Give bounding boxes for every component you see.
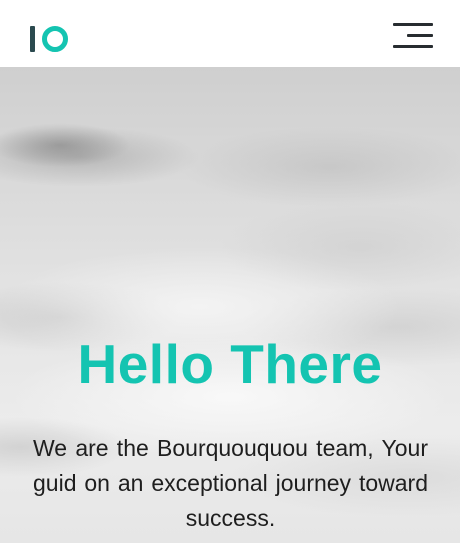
logo-ring — [42, 26, 68, 52]
logo-bar — [30, 26, 35, 52]
hero-section: Hello There We are the Bourquouquou team… — [0, 67, 460, 543]
hero-title: Hello There — [77, 333, 383, 395]
site-logo[interactable] — [30, 25, 68, 53]
menu-button[interactable] — [393, 21, 433, 49]
hero-description: We are the Bourquouquou team, Your guid … — [33, 435, 428, 531]
site-header — [0, 0, 460, 67]
